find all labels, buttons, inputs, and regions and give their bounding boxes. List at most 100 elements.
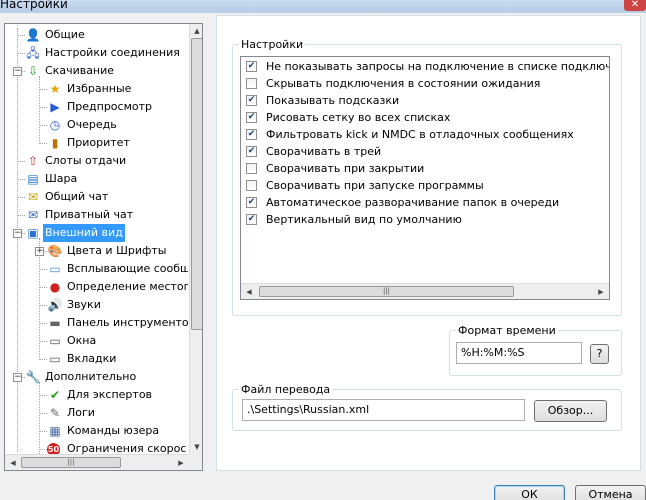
scroll-left-icon[interactable]: ◀ — [241, 284, 257, 299]
option-row[interactable]: Скрывать подключения в состоянии ожидани… — [246, 75, 606, 92]
option-label: Скрывать подключения в состоянии ожидани… — [266, 77, 541, 90]
tree-connector — [39, 395, 47, 396]
scroll-right-icon[interactable]: ▶ — [173, 455, 189, 470]
option-row[interactable]: ✔ Автоматическое разворачивание папок в о… — [246, 194, 606, 211]
cancel-button[interactable]: Отмена — [575, 485, 646, 500]
scroll-left-icon[interactable]: ◀ — [5, 455, 21, 470]
tree-item-pencil[interactable]: ✎ Логи — [5, 404, 188, 422]
tree-rows: 👤 Общие 🖧 Настройки соединения − ⇩ Скачивание ★… — [5, 24, 188, 454]
tree-item-label: Очередь — [67, 118, 117, 131]
tree-connector — [17, 53, 25, 54]
checkbox[interactable] — [246, 163, 257, 174]
tree-item-label: Звуки — [67, 298, 101, 311]
tree-item-user-commands[interactable]: ▦ Команды юзера — [5, 422, 188, 440]
options-horizontal-scrollbar[interactable]: ◀ ||| ▶ — [241, 283, 609, 299]
checkbox[interactable]: ✔ — [246, 61, 257, 72]
toolbar-icon: ▬ — [49, 316, 61, 330]
checkbox[interactable]: ✔ — [246, 197, 257, 208]
tree-item-label: Панель инструменто — [67, 316, 188, 329]
collapse-icon[interactable]: − — [13, 67, 22, 76]
tree-item-speaker[interactable]: 🔊 Звуки — [5, 296, 188, 314]
tree-item-play[interactable]: ▶ Предпросмотр — [5, 98, 188, 116]
tree-item-label: Цвета и Шрифты — [67, 244, 167, 257]
scroll-right-icon[interactable]: ▶ — [593, 284, 609, 299]
tree-item-private-chat[interactable]: ✉ Приватный чат — [5, 206, 188, 224]
option-row[interactable]: Сворачивать при запуске программы — [246, 177, 606, 194]
option-row[interactable]: Сворачивать при закрытии — [246, 160, 606, 177]
tree-item-checkmark[interactable]: ✔ Для экспертов — [5, 386, 188, 404]
option-row[interactable]: ✔ Фильтровать kick и NMDC в отладочных со… — [246, 126, 606, 143]
tree-item-windows[interactable]: ▭ Окна — [5, 332, 188, 350]
option-label: Сворачивать при запуске программы — [266, 179, 484, 192]
time-format-input[interactable]: %H:%M:%S — [456, 342, 582, 364]
tree-connector — [17, 179, 25, 180]
ok-button[interactable]: ОК — [494, 485, 565, 500]
tree-item-download[interactable]: − ⇩ Скачивание — [5, 62, 188, 80]
tree-item-speed-limit[interactable]: 50 Ограничения скорос — [5, 440, 188, 454]
tree-item-label: Команды юзера — [67, 424, 160, 437]
collapse-icon[interactable]: − — [13, 229, 22, 238]
tree-item-label: Внешний вид — [43, 224, 125, 242]
settings-group-legend: Настройки — [241, 38, 304, 51]
option-row[interactable]: ✔ Рисовать сетку во всех списках — [246, 109, 606, 126]
tree-item-priority[interactable]: ▮ Приоритет — [5, 134, 188, 152]
private-chat-icon: ✉ — [27, 208, 39, 222]
checkbox[interactable]: ✔ — [246, 112, 257, 123]
settings-options-list[interactable]: ✔ Не показывать запросы на подключение в … — [240, 56, 610, 300]
tree-item-label: Всплывающие сообщ — [67, 262, 188, 275]
tree-connector — [39, 143, 47, 144]
speaker-icon: 🔊 — [47, 298, 63, 312]
scroll-down-icon[interactable]: ▼ — [190, 440, 202, 454]
scrollbar-corner — [189, 454, 202, 470]
translation-file-input[interactable]: .\Settings\Russian.xml — [242, 399, 525, 421]
tree-item-tabs[interactable]: ▭ Вкладки — [5, 350, 188, 368]
tree-item-tools[interactable]: − 🔧 Дополнительно — [5, 368, 188, 386]
tree-connector — [39, 449, 47, 450]
download-icon: ⇩ — [27, 64, 39, 78]
option-row[interactable]: ✔ Не показывать запросы на подключение в … — [246, 58, 609, 75]
browse-button[interactable]: Обзор... — [534, 400, 607, 422]
tree-horizontal-scrollbar[interactable]: ◀ ||| ▶ — [5, 454, 189, 470]
option-row[interactable]: ✔ Вертикальный вид по умолчанию — [246, 211, 606, 228]
checkbox[interactable]: ✔ — [246, 95, 257, 106]
tree-vertical-scrollbar[interactable]: ▲ ▼ — [189, 24, 202, 454]
option-row[interactable]: ✔ Сворачивать в трей — [246, 143, 606, 160]
tree-item-share[interactable]: ▤ Шара — [5, 170, 188, 188]
tree-vertical-scroll-thumb[interactable] — [191, 38, 202, 330]
time-format-help-button[interactable]: ? — [590, 344, 609, 364]
tree-item-chat[interactable]: ✉ Общий чат — [5, 188, 188, 206]
collapse-icon[interactable]: − — [13, 373, 22, 382]
window-title: Настройки — [0, 0, 68, 11]
checkbox[interactable]: ✔ — [246, 214, 257, 225]
time-format-legend: Формат времени — [458, 324, 556, 337]
tree-item-label: Приватный чат — [45, 208, 134, 221]
tree-item-upload-slots[interactable]: ⇧ Слоты отдачи — [5, 152, 188, 170]
checkbox[interactable]: ✔ — [246, 129, 257, 140]
colors-fonts-icon: 🎨 — [47, 244, 63, 258]
tree-item-star[interactable]: ★ Избранные — [5, 80, 188, 98]
settings-tree[interactable]: 👤 Общие 🖧 Настройки соединения − ⇩ Скачивание ★… — [4, 23, 203, 471]
tree-item-queue[interactable]: ◷ Очередь — [5, 116, 188, 134]
tree-item-location[interactable]: ● Определение местоп — [5, 278, 188, 296]
option-row[interactable]: ✔ Показывать подсказки — [246, 92, 606, 109]
tree-item-popup[interactable]: ▭ Всплывающие сообщ — [5, 260, 188, 278]
tree-item-user-settings[interactable]: 👤 Общие — [5, 26, 188, 44]
checkbox[interactable]: ✔ — [246, 146, 257, 157]
tree-item-toolbar[interactable]: ▬ Панель инструменто — [5, 314, 188, 332]
queue-icon: ◷ — [49, 118, 61, 132]
close-icon[interactable]: ✕ — [624, 0, 646, 11]
tree-item-appearance[interactable]: − ▣ Внешний вид — [5, 224, 188, 242]
appearance-icon: ▣ — [27, 226, 39, 240]
tree-item-network[interactable]: 🖧 Настройки соединения — [5, 44, 188, 62]
options-horizontal-scroll-thumb[interactable]: ||| — [259, 286, 514, 297]
tree-item-label: Приоритет — [67, 136, 130, 149]
scroll-up-icon[interactable]: ▲ — [190, 24, 202, 38]
tree-horizontal-scroll-thumb[interactable]: ||| — [21, 457, 121, 468]
expand-icon[interactable]: + — [35, 247, 44, 256]
tree-item-label: Вкладки — [67, 352, 117, 365]
tree-item-colors-fonts[interactable]: + 🎨 Цвета и Шрифты — [5, 242, 188, 260]
pencil-icon: ✎ — [49, 406, 61, 420]
checkbox[interactable] — [246, 78, 257, 89]
option-label: Автоматическое разворачивание папок в оч… — [266, 196, 560, 209]
checkbox[interactable] — [246, 180, 257, 191]
